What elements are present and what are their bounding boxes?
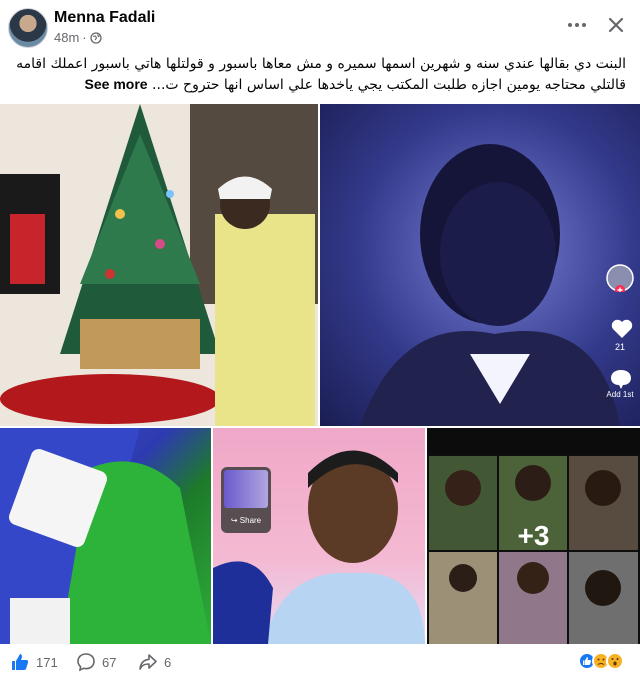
- reaction-icons[interactable]: [578, 652, 624, 670]
- comment-bubble-icon[interactable]: [609, 368, 633, 390]
- christmas-scene: [0, 104, 318, 426]
- photo-closeup[interactable]: [0, 428, 211, 644]
- post-footer: 171 67 6: [0, 646, 640, 686]
- globe-icon: [89, 31, 102, 44]
- share-arrow-icon: ↪: [230, 516, 238, 525]
- photo-selfie[interactable]: [213, 428, 425, 644]
- like-count: 171: [36, 654, 58, 670]
- like-action[interactable]: 171: [10, 646, 58, 678]
- tiktok-add-comment-label: Add 1st: [606, 390, 634, 399]
- author-name[interactable]: Menna Fadali: [54, 9, 155, 27]
- heart-icon[interactable]: [610, 318, 634, 340]
- author-avatar[interactable]: [8, 8, 48, 48]
- post-timestamp[interactable]: 48m: [54, 30, 79, 45]
- tiktok-like-count: 21: [614, 342, 625, 352]
- see-more-link[interactable]: See more: [85, 76, 148, 92]
- post-header: Menna Fadali 48m ·: [0, 0, 640, 56]
- more-options-icon[interactable]: [565, 13, 589, 37]
- selfie-scene: [213, 450, 425, 644]
- share-count: 6: [164, 654, 172, 670]
- closeup-scene: [0, 428, 211, 644]
- share-icon: [139, 654, 157, 670]
- photo-more[interactable]: +3: [427, 428, 640, 644]
- photo-christmas-tree[interactable]: [0, 104, 318, 426]
- photo-tiktok-portrait[interactable]: [320, 104, 640, 426]
- tiktok-avatar-icon[interactable]: [606, 264, 634, 292]
- comment-icon: [77, 653, 95, 672]
- tiktok-portrait-scene: [360, 144, 620, 426]
- post-meta: 48m ·: [54, 30, 102, 45]
- post-text-line-1: البنت دي بقالها عندي سنه و شهرين اسمها س…: [16, 56, 626, 72]
- share-action[interactable]: 6: [138, 646, 171, 678]
- share-label: ↪ Share: [230, 516, 262, 525]
- comment-count: 67: [102, 654, 117, 670]
- close-icon[interactable]: [604, 13, 628, 37]
- like-icon: [12, 654, 29, 670]
- share-thumbnail: [224, 470, 268, 508]
- post-text: البنت دي بقالها عندي سنه و شهرين اسمها س…: [14, 54, 626, 95]
- post-text-line-2-content: قالتلي محتاجه يومين اجازه طلبت المكتب يج…: [152, 77, 626, 93]
- comment-action[interactable]: 67: [76, 646, 116, 678]
- share-overlay[interactable]: ↪ Share: [221, 467, 271, 533]
- wow-reaction-icon: [606, 652, 624, 670]
- post-text-line-2: قالتلي محتاجه يومين اجازه طلبت المكتب يج…: [14, 74, 626, 95]
- more-photos-count: +3: [517, 520, 550, 551]
